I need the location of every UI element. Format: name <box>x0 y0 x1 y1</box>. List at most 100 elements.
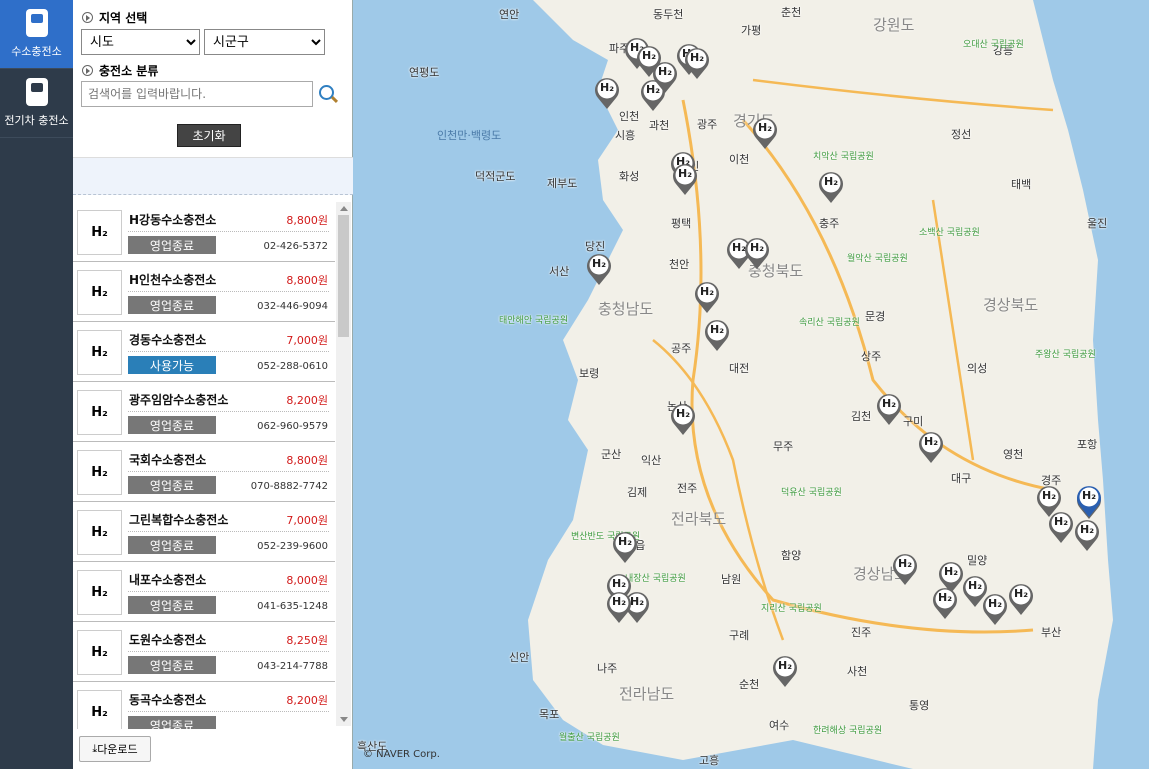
station-item[interactable]: H₂ 도원수소충전소 8,250원 영업종료 043-214-7788 <box>73 622 335 682</box>
city-label: 무주 <box>773 440 794 453</box>
marker-label: H₂ <box>709 323 725 336</box>
hydrogen-station-marker-icon[interactable]: H₂ <box>891 552 919 586</box>
station-name[interactable]: H강동수소충전소 <box>129 211 216 228</box>
hydrogen-logo-icon: H₂ <box>77 450 122 495</box>
category-title-text: 충전소 분류 <box>99 64 159 78</box>
selected-station-marker-icon[interactable]: H₂ <box>1075 484 1103 518</box>
hydrogen-station-marker-icon[interactable]: H₂ <box>605 590 633 624</box>
hydrogen-station-marker-icon[interactable]: H₂ <box>683 46 711 80</box>
hydrogen-station-marker-icon[interactable]: H₂ <box>751 116 779 150</box>
search-input[interactable] <box>81 81 313 107</box>
station-name[interactable]: 국회수소충전소 <box>129 451 206 468</box>
city-label: 김제 <box>627 486 648 499</box>
station-status-badge: 영업종료 <box>128 296 216 314</box>
park-label: 소백산 국립공원 <box>919 228 980 238</box>
station-item[interactable]: H₂ 경동수소충전소 7,000원 사용가능 052-288-0610 <box>73 322 335 382</box>
reset-button[interactable]: 초기화 <box>177 124 241 147</box>
row-divider <box>128 471 329 472</box>
city-label: 익산 <box>641 454 662 467</box>
hydrogen-station-marker-icon[interactable]: H₂ <box>1047 510 1075 544</box>
hydrogen-station-marker-icon[interactable]: H₂ <box>931 586 959 620</box>
ev-station-icon <box>25 78 48 106</box>
hydrogen-station-marker-icon[interactable]: H₂ <box>693 280 721 314</box>
hydrogen-station-marker-icon[interactable]: H₂ <box>669 402 697 436</box>
scroll-down-icon[interactable] <box>340 717 348 722</box>
hydrogen-station-marker-icon[interactable]: H₂ <box>875 392 903 426</box>
hydrogen-station-marker-icon[interactable]: H₂ <box>771 654 799 688</box>
hydrogen-station-marker-icon[interactable]: H₂ <box>1007 582 1035 616</box>
scroll-thumb[interactable] <box>338 215 349 337</box>
hydrogen-station-marker-icon[interactable]: H₂ <box>817 170 845 204</box>
region-title-text: 지역 선택 <box>99 11 148 25</box>
station-item[interactable]: H₂ 광주임암수소충전소 8,200원 영업종료 062-960-9579 <box>73 382 335 442</box>
city-label: 대전 <box>729 362 750 375</box>
station-phone: 043-214-7788 <box>257 661 328 672</box>
hydrogen-station-marker-icon[interactable]: H₂ <box>703 318 731 352</box>
city-label: 포항 <box>1077 438 1098 451</box>
hydrogen-station-marker-icon[interactable]: H₂ <box>611 530 639 564</box>
scroll-up-icon[interactable] <box>340 206 348 211</box>
sigungu-select[interactable]: 시군구 <box>204 29 325 55</box>
station-item[interactable]: H₂ 그린복합수소충전소 7,000원 영업종료 052-239-9600 <box>73 502 335 562</box>
city-label: 인천 <box>619 110 640 123</box>
station-name[interactable]: 동곡수소충전소 <box>129 691 206 708</box>
station-phone: 032-446-9094 <box>257 301 328 312</box>
city-label: 밀양 <box>967 554 988 567</box>
station-name[interactable]: 도원수소충전소 <box>129 631 206 648</box>
city-label: 보령 <box>579 367 600 380</box>
park-label: 덕유산 국립공원 <box>781 488 842 498</box>
city-label: 여수 <box>769 719 790 732</box>
hydrogen-station-marker-icon[interactable]: H₂ <box>585 252 613 286</box>
list-scrollbar[interactable] <box>336 202 351 726</box>
row-divider <box>128 411 329 412</box>
city-label: 대구 <box>951 472 972 485</box>
station-price: 7,000원 <box>286 334 328 347</box>
search-icon[interactable] <box>319 85 339 105</box>
station-name[interactable]: 경동수소충전소 <box>129 331 206 348</box>
station-status-badge: 영업종료 <box>128 416 216 434</box>
station-status-badge: 사용가능 <box>128 356 216 374</box>
nav-hydrogen-station[interactable]: 수소충전소 <box>0 0 73 69</box>
station-price: 8,800원 <box>286 454 328 467</box>
row-divider <box>128 231 329 232</box>
map-view[interactable]: 강원도 경기도 충청북도 충청남도 경상북도 전라북도 경상남도 전라남도 연안… <box>353 0 1149 769</box>
station-phone: 052-288-0610 <box>257 361 328 372</box>
city-label: 동두천 <box>653 8 684 21</box>
hydrogen-station-marker-icon[interactable]: H₂ <box>593 76 621 110</box>
sido-select[interactable]: 시도 <box>81 29 200 55</box>
marker-label: H₂ <box>823 175 839 188</box>
station-name[interactable]: 그린복합수소충전소 <box>129 511 228 528</box>
station-item[interactable]: H₂ 내포수소충전소 8,000원 영업종료 041-635-1248 <box>73 562 335 622</box>
hydrogen-logo-icon: H₂ <box>77 630 122 675</box>
station-phone: 052-239-9600 <box>257 541 328 552</box>
marker-label: H₂ <box>599 81 615 94</box>
hydrogen-station-marker-icon[interactable]: H₂ <box>1073 518 1101 552</box>
station-name[interactable]: 내포수소충전소 <box>129 571 206 588</box>
hydrogen-logo-icon: H₂ <box>77 210 122 255</box>
region-section-title: 지역 선택 <box>82 9 147 26</box>
download-button[interactable]: ⤓ 다운로드 <box>79 736 151 762</box>
station-item[interactable]: H₂ H강동수소충전소 8,800원 영업종료 02-426-5372 <box>73 202 335 262</box>
station-item[interactable]: H₂ H인천수소충전소 8,800원 영업종료 032-446-9094 <box>73 262 335 322</box>
park-label: 한려해상 국립공원 <box>813 726 883 736</box>
city-label: 서산 <box>549 265 570 278</box>
city-label: 연평도 <box>409 66 440 79</box>
row-divider <box>128 711 329 712</box>
hydrogen-station-marker-icon[interactable]: H₂ <box>671 162 699 196</box>
region-label: 강원도 <box>873 16 915 34</box>
hydrogen-station-marker-icon[interactable]: H₂ <box>743 236 771 270</box>
station-name[interactable]: 광주임암수소충전소 <box>129 391 228 408</box>
station-phone: 02-426-5372 <box>263 241 328 252</box>
nav-ev-station[interactable]: 전기차 충전소 <box>0 69 73 138</box>
station-name[interactable]: H인천수소충전소 <box>129 271 216 288</box>
city-label: 진주 <box>851 626 872 639</box>
city-label: 구례 <box>729 629 750 642</box>
hydrogen-station-marker-icon[interactable]: H₂ <box>651 60 679 94</box>
hydrogen-station-marker-icon[interactable]: H₂ <box>917 430 945 464</box>
hydrogen-station-marker-icon[interactable]: H₂ <box>981 592 1009 626</box>
marker-label: H₂ <box>1013 587 1029 600</box>
city-label: 영천 <box>1003 448 1024 461</box>
station-item[interactable]: H₂ 동곡수소충전소 8,200원 영업종료 <box>73 682 335 729</box>
city-label: 의성 <box>967 362 988 375</box>
station-item[interactable]: H₂ 국회수소충전소 8,800원 영업종료 070-8882-7742 <box>73 442 335 502</box>
